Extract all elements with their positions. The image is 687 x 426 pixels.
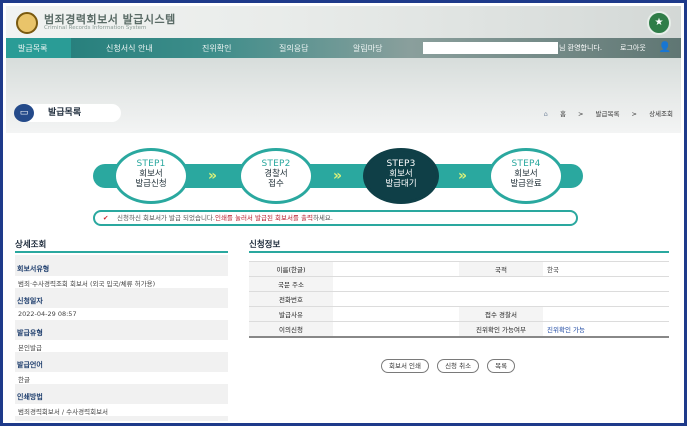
step-4: STEP4 회보서 발급완료	[488, 148, 564, 204]
cell-label: 국문 주소	[249, 276, 333, 292]
table-row: 이의신청 진위확인 가능여부 진위확인 가능	[249, 321, 669, 338]
step-1: STEP1 회보서 발급신청	[113, 148, 189, 204]
field-value: 한글	[15, 372, 228, 384]
step-label: 발급완료	[510, 179, 542, 189]
table-row: 이름(한글) 국적 한국	[249, 261, 669, 277]
home-icon[interactable]: ⌂	[544, 110, 548, 118]
user-name-redacted	[423, 42, 558, 54]
step-3-active: STEP3 회보서 발급대기	[363, 148, 439, 204]
cell-value	[333, 261, 459, 277]
info-table: 이름(한글) 국적 한국 국문 주소 전화번호 발급사유 접수 경찰서 이의신청…	[249, 261, 669, 338]
police-emblem-icon[interactable]	[16, 12, 38, 34]
welcome-text: 님 환영합니다.	[559, 44, 603, 52]
chevron-right-icon: »	[208, 168, 218, 184]
cell-label: 발급사유	[249, 306, 333, 322]
field-value: 2022-04-29 08:57	[15, 308, 228, 320]
step-number: STEP1	[136, 159, 166, 169]
cell-label: 이름(한글)	[249, 261, 333, 277]
progress-steps: STEP1 회보서 발급신청 » STEP2 경찰서 접수 » STEP3 회보…	[93, 148, 583, 204]
nav-item-form-guide[interactable]: 신청서식 안내	[106, 43, 153, 54]
field-value: 본인발급	[15, 340, 228, 352]
notice-highlight: 인쇄를 눌러서 발급된 회보서를 출력	[214, 214, 313, 222]
breadcrumb-issue-list[interactable]: 발급목록	[596, 110, 620, 118]
back-to-list-button[interactable]: 목록	[487, 359, 516, 373]
user-icon[interactable]: 👤	[658, 41, 672, 55]
nav-item-issue-list[interactable]: 발급목록	[18, 43, 47, 54]
notice-text-end: 하세요.	[312, 214, 333, 222]
divider	[249, 251, 669, 253]
main-nav: 발급목록 신청서식 안내 진위확인 질의응답 알림마당 님 환영합니다. 로그아…	[6, 38, 681, 58]
divider	[15, 251, 228, 253]
breadcrumb: ⌂ 홈 > 발급목록 > 상세조회	[534, 108, 673, 118]
table-row: 전화번호	[249, 291, 669, 307]
step-label: 접수	[268, 179, 284, 189]
cell-value	[333, 276, 669, 292]
info-heading: 신청정보	[249, 240, 281, 250]
step-label: 회보서	[389, 169, 413, 179]
breadcrumb-sep: >	[631, 110, 637, 118]
field-label: 발급언어	[17, 361, 43, 369]
cell-value: 진위확인 가능	[543, 321, 669, 338]
field-value: 범죄·수사경력조회 회보서 (외국 입국/체류 허가용)	[15, 276, 228, 288]
page-title: 발급목록	[26, 104, 121, 122]
step-label: 발급대기	[385, 179, 417, 189]
cell-value: 한국	[543, 261, 669, 277]
cell-value	[333, 306, 459, 322]
cell-label: 접수 경찰서	[459, 306, 543, 322]
breadcrumb-sep: >	[578, 110, 584, 118]
app-frame: 범죄경력회보서 발급시스템 Criminal Records Informati…	[0, 0, 687, 426]
cell-label: 전화번호	[249, 291, 333, 307]
step-label: 회보서	[139, 169, 163, 179]
mascot-badge-icon: ★	[647, 11, 671, 35]
action-buttons: 회보서 인쇄 신청 취소 목록	[381, 353, 518, 373]
page-list-icon: ▭	[14, 104, 34, 122]
field-label: 발급유형	[17, 329, 43, 337]
cell-label: 국적	[459, 261, 543, 277]
field-label: 인쇄방법	[17, 393, 43, 401]
nav-item-qna[interactable]: 질의응답	[279, 43, 308, 54]
checkmark-icon: ✔	[103, 214, 109, 222]
step-2: STEP2 경찰서 접수	[238, 148, 314, 204]
logout-link[interactable]: 로그아웃	[620, 43, 646, 53]
nav-item-notice[interactable]: 알림마당	[353, 43, 382, 54]
cell-value	[333, 321, 459, 338]
field-label: 신청일자	[17, 297, 43, 305]
cell-value	[333, 291, 669, 307]
cell-value	[543, 306, 669, 322]
breadcrumb-home[interactable]: 홈	[560, 110, 566, 118]
table-row: 국문 주소	[249, 276, 669, 292]
print-report-button[interactable]: 회보서 인쇄	[381, 359, 429, 373]
step-label: 회보서	[514, 169, 538, 179]
step-label: 발급신청	[135, 179, 167, 189]
cell-label: 이의신청	[249, 321, 333, 338]
step-number: STEP3	[386, 159, 416, 169]
step-number: STEP2	[261, 159, 291, 169]
detail-heading: 상세조회	[15, 240, 47, 250]
field-label: 회보서유형	[17, 265, 50, 273]
chevron-right-icon: »	[333, 168, 343, 184]
step-label: 경찰서	[264, 169, 288, 179]
nav-item-verify[interactable]: 진위확인	[202, 43, 231, 54]
site-subtitle: Criminal Records Information System	[44, 25, 147, 31]
cancel-application-button[interactable]: 신청 취소	[437, 359, 480, 373]
field-value: 범죄경력회보서 / 수사경력회보서	[15, 404, 228, 416]
page-title-bar: 발급목록 ▭ ⌂ 홈 > 발급목록 > 상세조회	[6, 99, 681, 125]
status-notice: ✔ 신청하신 회보서가 발급 되었습니다.인쇄를 눌러서 발급된 회보서를 출력…	[93, 210, 578, 226]
site-header: 범죄경력회보서 발급시스템 Criminal Records Informati…	[6, 6, 681, 38]
cell-label: 진위확인 가능여부	[459, 321, 543, 338]
chevron-right-icon: »	[458, 168, 468, 184]
notice-text: 신청하신 회보서가 발급 되었습니다.	[117, 214, 215, 222]
table-row: 발급사유 접수 경찰서	[249, 306, 669, 322]
step-number: STEP4	[511, 159, 541, 169]
breadcrumb-detail: 상세조회	[649, 110, 673, 118]
